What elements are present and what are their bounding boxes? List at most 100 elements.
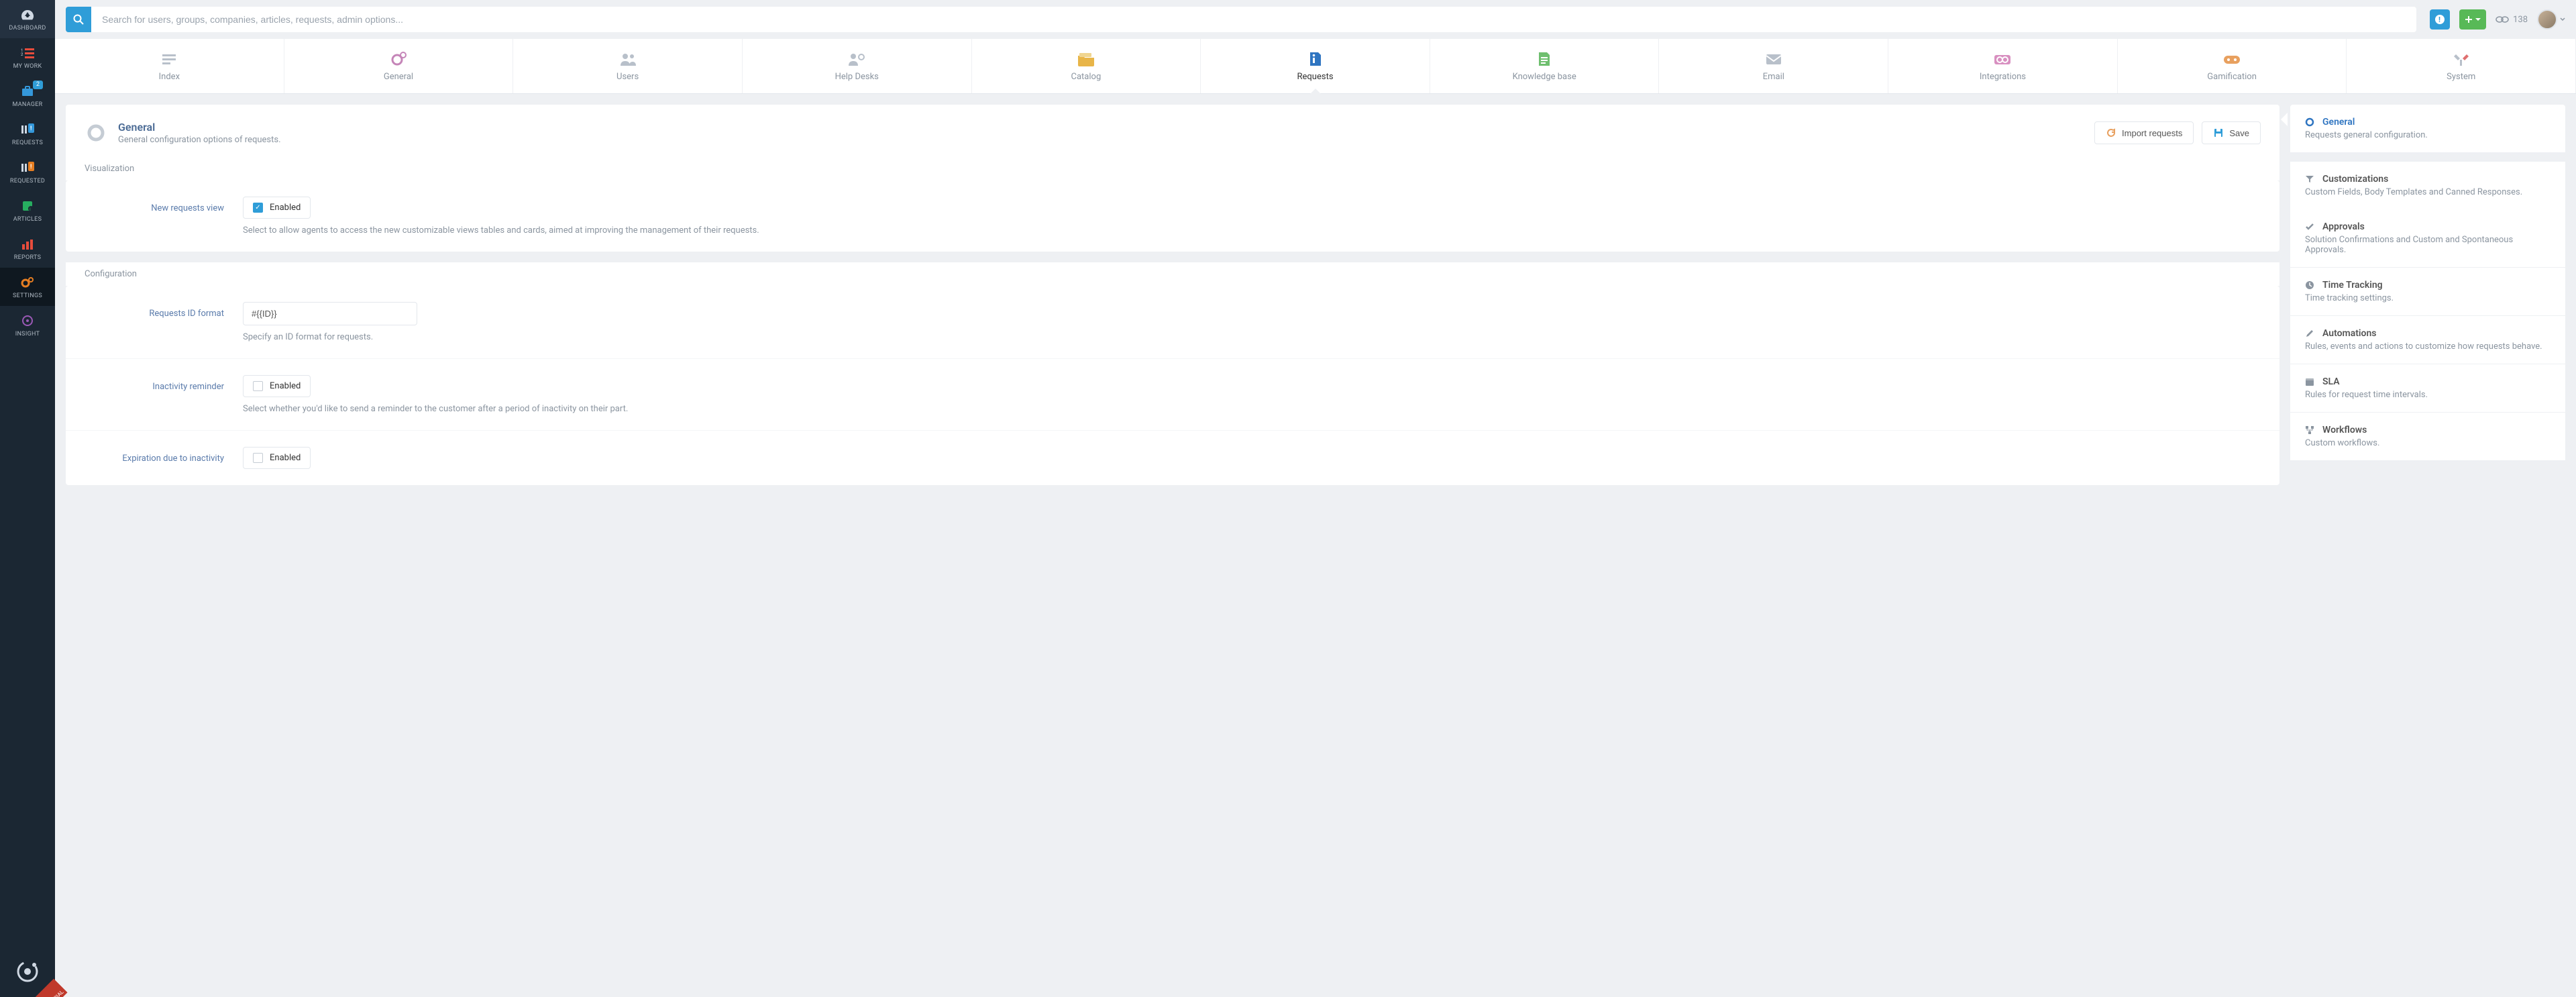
requests-id-format-input[interactable] bbox=[243, 302, 417, 325]
calendar-icon bbox=[2305, 377, 2316, 386]
sidebar-item-general[interactable]: General Requests general configuration. bbox=[2290, 105, 2565, 152]
tab-label: Gamification bbox=[2207, 72, 2257, 82]
sidebar-item-workflows[interactable]: Workflows Custom workflows. bbox=[2290, 413, 2565, 461]
gear-icon bbox=[2305, 117, 2316, 127]
expiration-inactivity-toggle[interactable]: Enabled bbox=[243, 447, 311, 469]
refresh-icon bbox=[2106, 127, 2116, 138]
rail-label: DASHBOARD bbox=[9, 25, 46, 32]
tab-index[interactable]: Index bbox=[55, 39, 284, 93]
rail-insight[interactable]: INSIGHT bbox=[0, 306, 55, 344]
tab-integrations[interactable]: Integrations bbox=[1888, 39, 2118, 93]
requests-icon: ! bbox=[18, 121, 37, 138]
settings-sidebar: General Requests general configuration. … bbox=[2290, 105, 2565, 986]
inactivity-reminder-toggle[interactable]: Enabled bbox=[243, 375, 311, 397]
settings-tabs: Index General Users Help Desks Catalog R… bbox=[55, 39, 2576, 94]
tab-helpdesks[interactable]: Help Desks bbox=[743, 39, 972, 93]
tab-users[interactable]: Users bbox=[513, 39, 743, 93]
request-icon bbox=[1309, 50, 1322, 68]
rail-label: REQUESTS bbox=[12, 140, 43, 146]
sidebar-desc: Requests general configuration. bbox=[2305, 130, 2551, 140]
sidebar-title: Approvals bbox=[2322, 221, 2365, 232]
notifications-button[interactable]: ! bbox=[2430, 9, 2450, 30]
tab-general[interactable]: General bbox=[284, 39, 514, 93]
list-icon: 12 bbox=[18, 45, 37, 61]
rail-manager[interactable]: 2 MANAGER bbox=[0, 76, 55, 115]
section-visualization: Visualization bbox=[66, 157, 2279, 180]
rail-label: ARTICLES bbox=[13, 216, 42, 223]
field-label: Expiration due to inactivity bbox=[85, 447, 243, 469]
helpdesk-icon bbox=[847, 50, 866, 68]
users-icon bbox=[619, 50, 637, 68]
sidebar-item-sla[interactable]: SLA Rules for request time intervals. bbox=[2290, 364, 2565, 413]
sidebar-desc: Time tracking settings. bbox=[2305, 293, 2551, 303]
rail-settings[interactable]: SETTINGS bbox=[0, 268, 55, 306]
rail-mywork[interactable]: 12 MY WORK bbox=[0, 38, 55, 76]
sidebar-item-timetracking[interactable]: Time Tracking Time tracking settings. bbox=[2290, 268, 2565, 316]
rail-reports[interactable]: REPORTS bbox=[0, 229, 55, 268]
sidebar-desc: Rules for request time intervals. bbox=[2305, 390, 2551, 400]
sidebar-title: SLA bbox=[2322, 376, 2340, 387]
button-label: Save bbox=[2229, 128, 2249, 138]
card-header: General General configuration options of… bbox=[66, 105, 2279, 157]
tab-gamification[interactable]: Gamification bbox=[2118, 39, 2347, 93]
book-icon: i bbox=[18, 198, 37, 214]
sidebar-item-automations[interactable]: Automations Rules, events and actions to… bbox=[2290, 316, 2565, 364]
chip-label: Enabled bbox=[270, 203, 301, 213]
credits-count: 138 bbox=[2513, 15, 2528, 25]
rail-label: MANAGER bbox=[12, 101, 42, 108]
rail-label: REPORTS bbox=[14, 254, 41, 261]
chip-label: Enabled bbox=[270, 381, 301, 391]
sidebar-item-approvals[interactable]: Approvals Solution Confirmations and Cus… bbox=[2290, 209, 2565, 268]
create-button[interactable] bbox=[2459, 9, 2486, 30]
sidebar-desc: Solution Confirmations and Custom and Sp… bbox=[2305, 235, 2551, 255]
sidebar-title: Automations bbox=[2322, 328, 2377, 339]
search-button[interactable] bbox=[66, 7, 91, 32]
page-subtitle: General configuration options of request… bbox=[118, 135, 281, 145]
gamepad-icon bbox=[2222, 50, 2241, 68]
tab-label: Catalog bbox=[1071, 72, 1102, 82]
gears-icon bbox=[18, 274, 37, 291]
tab-kb[interactable]: Knowledge base bbox=[1430, 39, 1660, 93]
checkbox-unchecked-icon bbox=[253, 381, 263, 391]
field-label: New requests view bbox=[85, 197, 243, 235]
rail-requested[interactable]: ! REQUESTED bbox=[0, 153, 55, 191]
tab-label: Integrations bbox=[1980, 72, 2026, 82]
alert-icon: ! bbox=[2434, 14, 2445, 25]
search-input[interactable] bbox=[91, 7, 2416, 32]
checkbox-unchecked-icon bbox=[253, 453, 263, 463]
save-button[interactable]: Save bbox=[2202, 121, 2261, 144]
user-menu[interactable] bbox=[2537, 9, 2565, 30]
sidebar-title: Time Tracking bbox=[2322, 280, 2383, 291]
rail-dashboard[interactable]: DASHBOARD bbox=[0, 0, 55, 38]
field-label: Inactivity reminder bbox=[85, 375, 243, 414]
sidebar-desc: Rules, events and actions to customize h… bbox=[2305, 342, 2551, 352]
index-icon bbox=[161, 50, 177, 68]
tab-label: General bbox=[384, 72, 413, 82]
gear-icon bbox=[390, 50, 407, 68]
content-column: General General configuration options of… bbox=[66, 105, 2279, 986]
workflow-icon bbox=[2305, 425, 2316, 435]
new-requests-view-toggle[interactable]: ✓ Enabled bbox=[243, 197, 311, 219]
tab-email[interactable]: Email bbox=[1659, 39, 1888, 93]
tab-catalog[interactable]: Catalog bbox=[972, 39, 1201, 93]
rail-badge: 2 bbox=[33, 81, 43, 89]
tab-requests[interactable]: Requests bbox=[1201, 39, 1430, 93]
tab-label: Knowledge base bbox=[1513, 72, 1576, 82]
import-requests-button[interactable]: Import requests bbox=[2094, 121, 2194, 144]
visualization-section: New requests view ✓ Enabled Select to al… bbox=[66, 180, 2279, 252]
rail-requests[interactable]: ! REQUESTS bbox=[0, 115, 55, 153]
save-icon bbox=[2213, 127, 2224, 138]
rail-label: INSIGHT bbox=[15, 331, 40, 337]
brand-logo-icon bbox=[15, 959, 40, 984]
rail-label: REQUESTED bbox=[10, 178, 45, 185]
section-configuration: Configuration bbox=[66, 262, 2279, 286]
plus-icon bbox=[2465, 15, 2473, 23]
page-title: General bbox=[118, 121, 281, 134]
tab-system[interactable]: System bbox=[2347, 39, 2576, 93]
tools-icon bbox=[2453, 50, 2469, 68]
rail-articles[interactable]: i ARTICLES bbox=[0, 191, 55, 229]
folder-icon bbox=[1077, 50, 1095, 68]
filter-icon bbox=[2305, 174, 2316, 184]
field-label: Requests ID format bbox=[85, 302, 243, 342]
sidebar-item-customizations[interactable]: Customizations Custom Fields, Body Templ… bbox=[2290, 162, 2565, 209]
